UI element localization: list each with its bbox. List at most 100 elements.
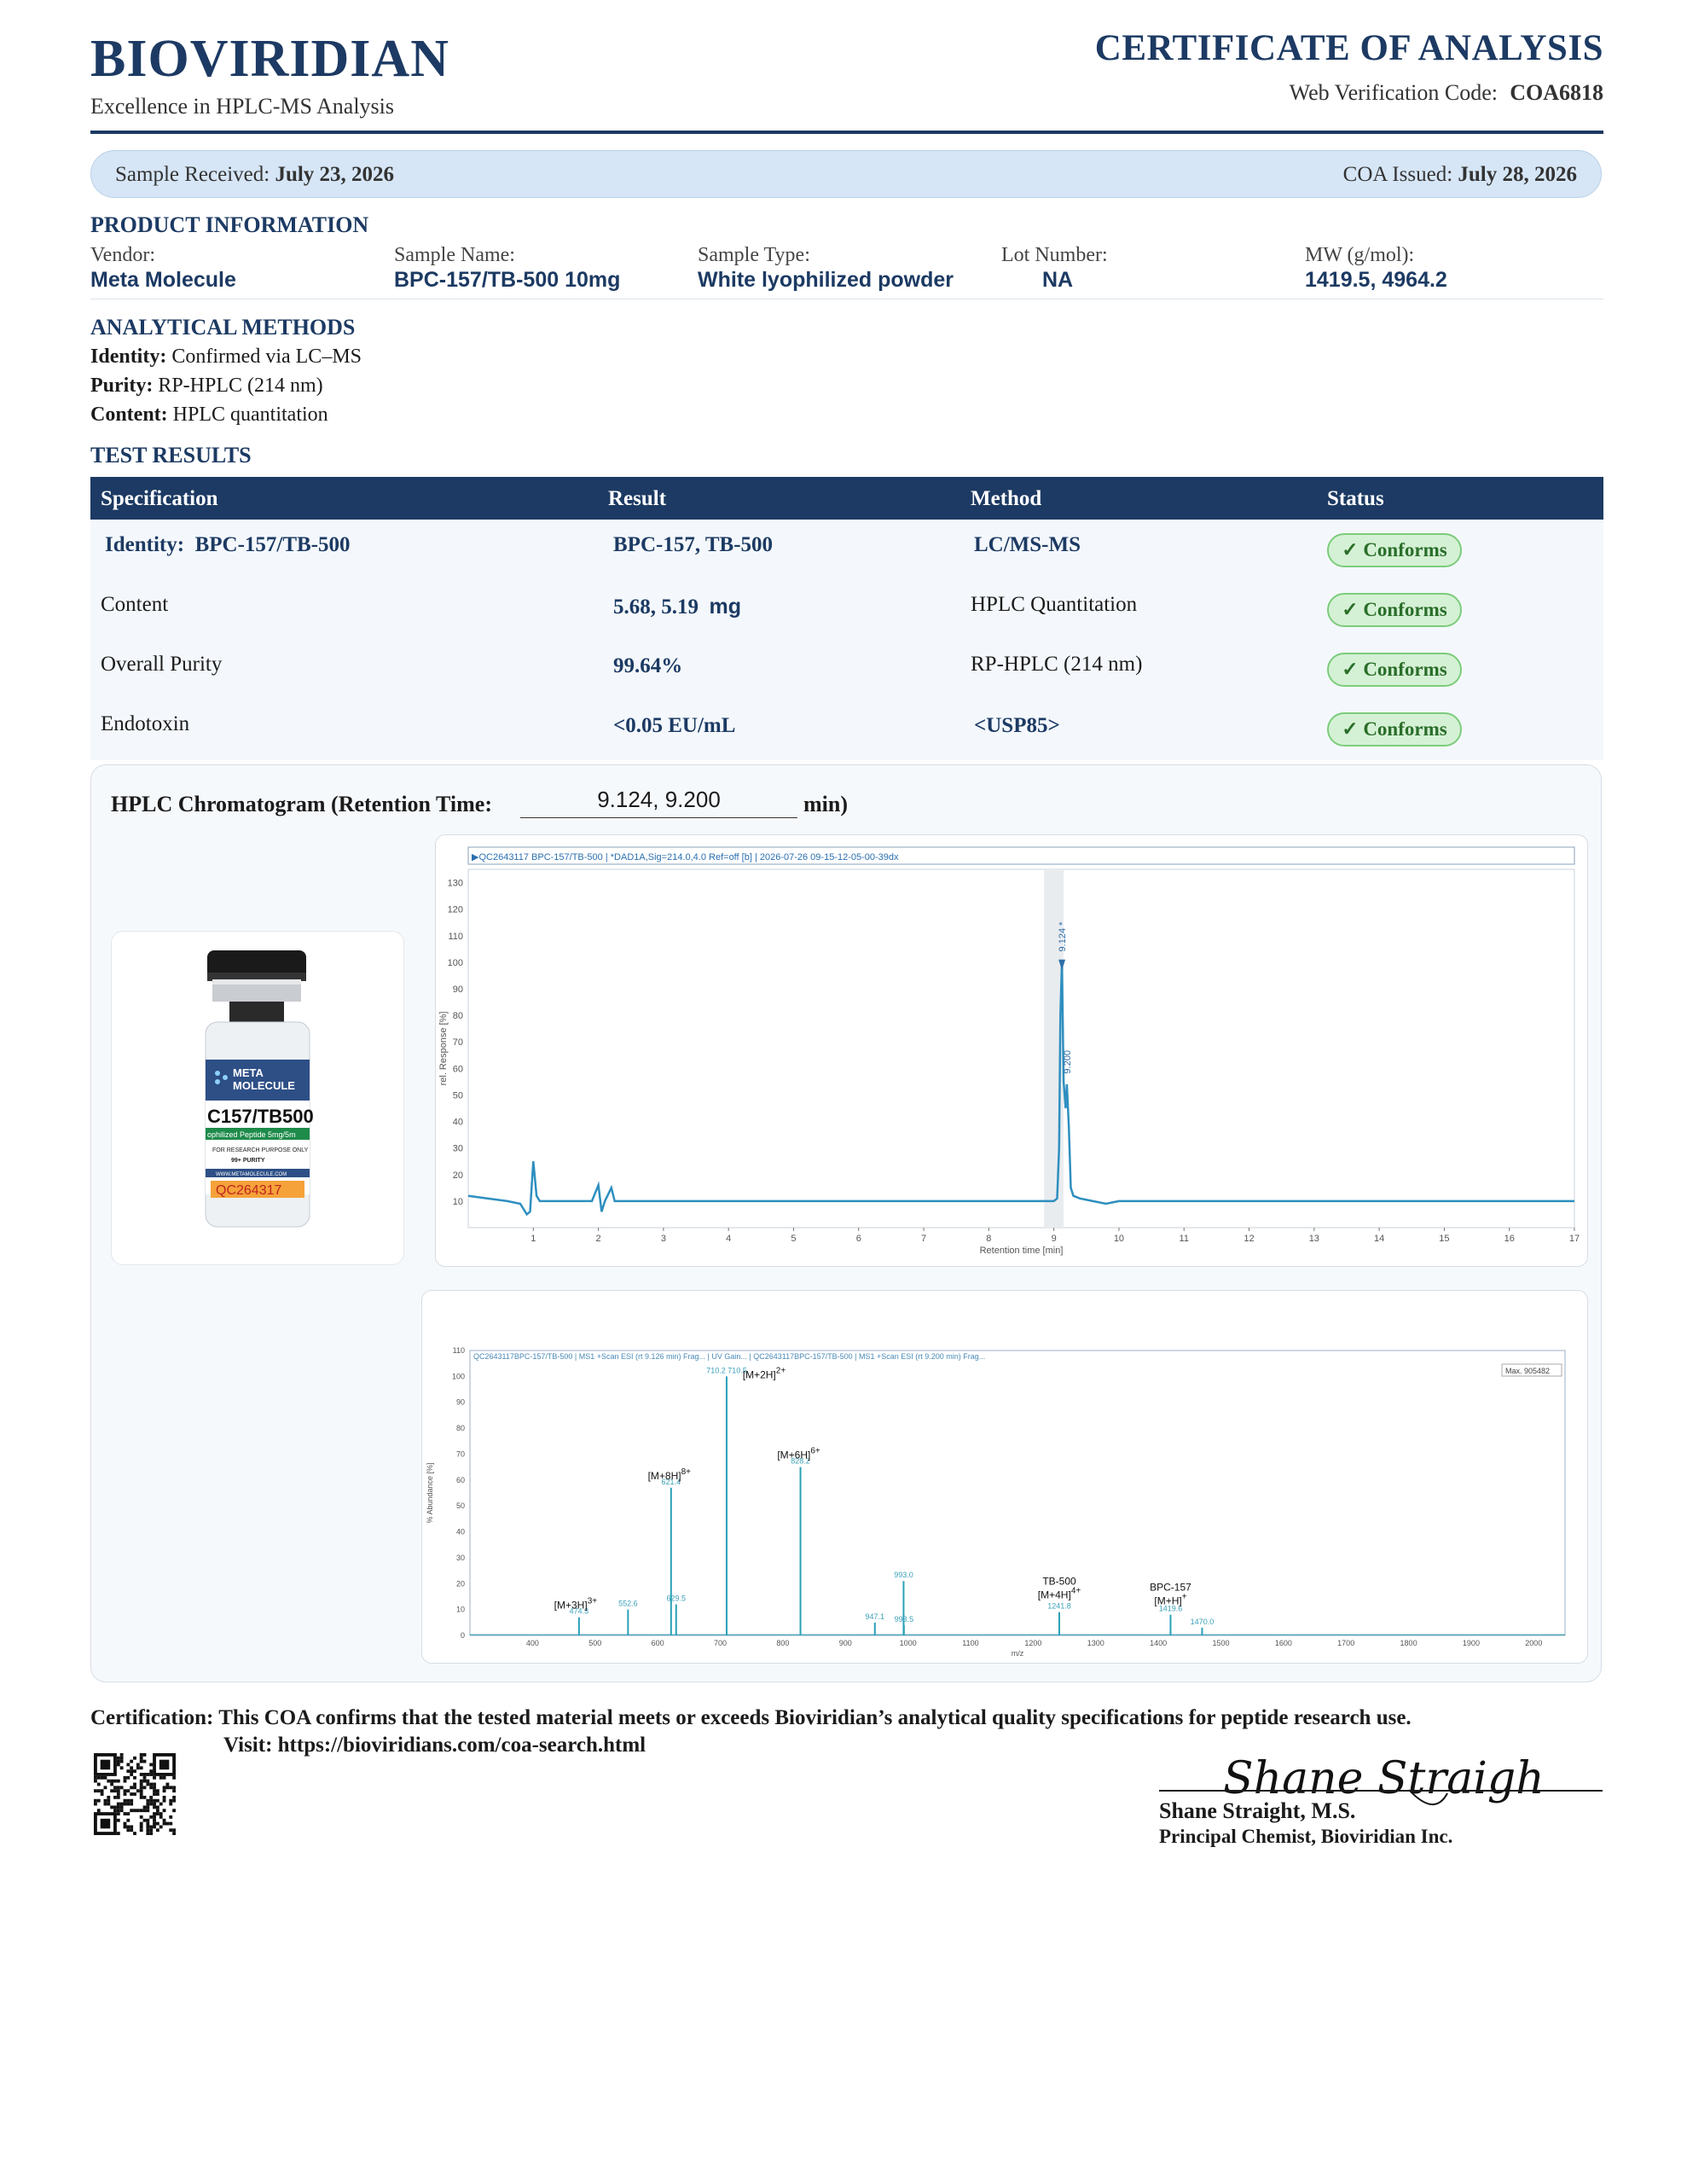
- vial-illustration: META MOLECULE C157/TB500 ophilized Pepti…: [205, 950, 314, 1228]
- qr-module: [126, 1825, 130, 1829]
- issued-date: COA Issued: July 28, 2026: [1343, 163, 1577, 187]
- qr-module: [94, 1802, 97, 1806]
- method-content: Content: HPLC quantitation: [90, 404, 328, 427]
- qr-module: [172, 1809, 176, 1813]
- qr-module: [159, 1812, 163, 1815]
- sample-name-value: BPC-157/TB-500 10mg: [394, 268, 621, 292]
- qr-module: [159, 1802, 163, 1806]
- qr-module: [130, 1759, 134, 1763]
- ms-peak-label: 1241.8: [1047, 1602, 1071, 1611]
- verification-url[interactable]: Visit: https://bioviridians.com/coa-sear…: [223, 1734, 646, 1757]
- qr-module: [94, 1775, 97, 1780]
- qr-module: [126, 1818, 130, 1822]
- ms-peak-label: 1470.0: [1191, 1618, 1215, 1626]
- qr-module: [139, 1795, 143, 1799]
- ms-y-tick: 0: [461, 1631, 465, 1640]
- qr-module: [149, 1815, 154, 1819]
- qr-code[interactable]: [94, 1753, 176, 1839]
- qr-module: [142, 1795, 147, 1799]
- hplc-x-tick: 4: [726, 1234, 731, 1244]
- ms-ion-charge: +: [1182, 1593, 1187, 1602]
- vendor-label: Vendor:: [90, 244, 155, 266]
- qr-module: [153, 1786, 156, 1790]
- certification-label: Certification:: [90, 1706, 214, 1729]
- qr-module: [155, 1821, 159, 1826]
- hplc-title: ▶QC2643117 BPC-157/TB-500 | *DAD1A,Sig=2…: [472, 852, 899, 863]
- ms-y-tick: 70: [456, 1449, 465, 1458]
- verification-label: Web Verification Code:: [1289, 80, 1498, 105]
- ms-y-tick: 10: [456, 1606, 465, 1614]
- qr-module: [110, 1779, 114, 1783]
- ms-peak-label: 947.1: [866, 1612, 885, 1621]
- received-label: Sample Received:: [115, 163, 270, 186]
- method-content-value: HPLC quantitation: [172, 404, 328, 426]
- qr-module: [142, 1805, 147, 1809]
- brand-logo-text: BIOVIRIDIAN: [90, 30, 449, 88]
- hplc-x-tick: 10: [1114, 1234, 1124, 1244]
- col-status: Status: [1327, 487, 1384, 510]
- qr-module: [155, 1798, 159, 1803]
- issued-value: July 28, 2026: [1458, 163, 1577, 186]
- qr-module: [113, 1795, 117, 1799]
- table-row-method: HPLC Quantitation: [971, 593, 1138, 616]
- qr-module: [130, 1766, 134, 1770]
- qr-module: [116, 1789, 120, 1793]
- vial-purpose: FOR RESEARCH PURPOSE ONLY: [212, 1147, 309, 1153]
- vial-brand-1: META: [233, 1066, 264, 1079]
- hplc-peak-label: 9.200: [1063, 1050, 1073, 1074]
- qr-module: [110, 1782, 114, 1786]
- vial-purity: 99+ PURITY: [231, 1158, 265, 1164]
- table-row-method: RP-HPLC (214 nm): [971, 653, 1143, 676]
- qr-module: [123, 1798, 127, 1803]
- qr-module: [103, 1798, 107, 1803]
- hplc-x-tick: 11: [1180, 1234, 1189, 1244]
- ms-max-label: Max. 905482: [1505, 1367, 1550, 1375]
- vendor-value: Meta Molecule: [90, 268, 236, 292]
- qr-module: [142, 1759, 147, 1763]
- vial-brand-2: MOLECULE: [233, 1079, 295, 1092]
- qr-module: [142, 1818, 147, 1822]
- ms-x-tick: 1900: [1463, 1639, 1480, 1647]
- test-results-title: TEST RESULTS: [90, 443, 252, 468]
- qr-module: [153, 1812, 156, 1815]
- tagline: Excellence in HPLC-MS Analysis: [90, 94, 395, 119]
- table-row-spec: Content: [101, 593, 169, 616]
- qr-module: [96, 1809, 101, 1813]
- qr-module: [146, 1782, 150, 1786]
- ms-x-label: m/z: [1012, 1649, 1024, 1658]
- result-value: 5.68, 5.19: [613, 595, 699, 619]
- vial-strip: ophilized Peptide 5mg/5m: [207, 1130, 296, 1139]
- ms-plot-area: [469, 1350, 1566, 1636]
- ms-ion-charge: 2+: [776, 1366, 786, 1375]
- verification-code: COA6818: [1510, 80, 1603, 105]
- product-vial-image: META MOLECULE C157/TB500 ophilized Pepti…: [111, 931, 404, 1265]
- qr-module: [126, 1789, 130, 1793]
- hplc-x-tick: 6: [856, 1234, 861, 1244]
- qr-module: [126, 1802, 130, 1806]
- qr-module: [133, 1769, 136, 1774]
- col-method: Method: [971, 487, 1042, 510]
- qr-finder-core: [159, 1759, 170, 1770]
- qr-module: [123, 1775, 127, 1780]
- hplc-y-tick: 20: [453, 1170, 463, 1181]
- qr-module: [133, 1792, 136, 1796]
- qr-module: [172, 1832, 176, 1835]
- vial-url: WWW.METAMOLECULE.COM: [216, 1172, 287, 1177]
- mw-label: MW (g/mol):: [1305, 244, 1415, 266]
- qr-module: [155, 1809, 159, 1813]
- hplc-x-label: Retention time [min]: [980, 1246, 1064, 1256]
- qr-module: [136, 1766, 140, 1770]
- hplc-x-tick: 7: [921, 1234, 926, 1244]
- qr-module: [146, 1802, 150, 1806]
- qr-module: [116, 1805, 120, 1809]
- hplc-chromatogram-chart: ▶QC2643117 BPC-157/TB-500 | *DAD1A,Sig=2…: [438, 846, 1580, 1256]
- qr-module: [146, 1809, 150, 1813]
- product-info-title: PRODUCT INFORMATION: [90, 212, 369, 237]
- status-badge: ✓ Conforms: [1327, 593, 1462, 627]
- ms-title: QC2643117BPC-157/TB-500 | MS1 +Scan ESI …: [473, 1352, 985, 1361]
- ms-x-tick: 900: [839, 1639, 852, 1647]
- results-table-body: Identity: BPC-157/TB-500 BPC-157, TB-500…: [90, 520, 1603, 760]
- qr-module: [139, 1815, 143, 1819]
- qr-module: [126, 1812, 130, 1815]
- qr-module: [155, 1828, 159, 1833]
